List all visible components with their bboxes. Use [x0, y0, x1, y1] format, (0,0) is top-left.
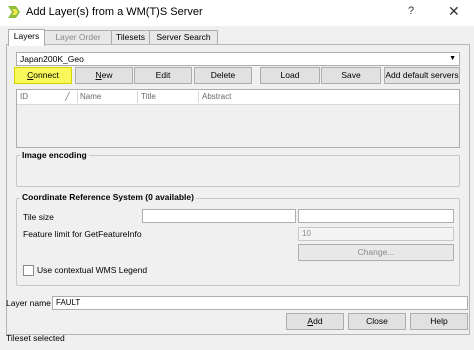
- qgis-logo-icon: [8, 6, 20, 18]
- feature-limit-value: 10: [302, 229, 311, 238]
- column-name[interactable]: Name: [80, 92, 101, 101]
- column-id[interactable]: ID: [20, 92, 28, 101]
- save-button[interactable]: Save: [321, 67, 381, 84]
- connect-label: onnect: [33, 70, 59, 80]
- add-label: dd: [313, 316, 323, 326]
- change-crs-button: Change...: [298, 244, 454, 261]
- window-title: Add Layer(s) from a WM(T)S Server: [26, 6, 203, 18]
- sort-indicator-icon: ╱: [65, 92, 70, 101]
- contextual-legend-checkbox[interactable]: [23, 265, 34, 276]
- feature-limit-input: 10: [298, 227, 454, 241]
- new-label: ew: [101, 70, 113, 80]
- layers-tab-panel: [6, 44, 470, 335]
- edit-button[interactable]: Edit: [134, 67, 192, 84]
- tab-server-search[interactable]: Server Search: [149, 30, 218, 45]
- help-button[interactable]: Help: [410, 313, 468, 330]
- column-abstract[interactable]: Abstract: [202, 92, 231, 101]
- layer-name-value: FAULT: [56, 298, 81, 307]
- column-divider: [198, 91, 199, 103]
- status-text: Tileset selected: [6, 333, 65, 343]
- layer-name-label: Layer name: [6, 298, 51, 308]
- tab-layer-order: Layer Order: [44, 30, 112, 45]
- tile-size-label: Tile size: [23, 212, 54, 222]
- close-button[interactable]: Close: [348, 313, 406, 330]
- layers-table[interactable]: ID ╱ Name Title Abstract: [16, 89, 460, 148]
- image-encoding-title: Image encoding: [20, 150, 89, 160]
- column-divider: [77, 91, 78, 103]
- window-close-button[interactable]: ✕: [448, 3, 460, 20]
- feature-limit-label: Feature limit for GetFeatureInfo: [23, 229, 142, 239]
- chevron-down-icon: ▼: [449, 55, 456, 62]
- tab-tilesets[interactable]: Tilesets: [111, 30, 150, 45]
- crs-title: Coordinate Reference System (0 available…: [20, 192, 196, 202]
- connection-select-value: Japan200K_Geo: [20, 54, 84, 64]
- add-button[interactable]: Add: [286, 313, 344, 330]
- layers-table-header: ID ╱ Name Title Abstract: [17, 90, 459, 105]
- tile-height-input[interactable]: [298, 209, 454, 223]
- title-help-button[interactable]: ?: [408, 5, 414, 17]
- connection-select[interactable]: Japan200K_Geo ▼: [16, 52, 460, 66]
- tile-width-input[interactable]: [142, 209, 296, 223]
- contextual-legend-label: Use contextual WMS Legend: [37, 265, 148, 275]
- load-button[interactable]: Load: [260, 67, 320, 84]
- layer-name-input[interactable]: FAULT: [52, 296, 468, 310]
- column-divider: [137, 91, 138, 103]
- title-bar: Add Layer(s) from a WM(T)S Server ? ✕: [0, 0, 474, 26]
- add-default-servers-button[interactable]: Add default servers: [384, 67, 460, 84]
- delete-button[interactable]: Delete: [194, 67, 252, 84]
- connect-button[interactable]: Connect: [14, 67, 72, 84]
- new-button[interactable]: New: [75, 67, 133, 84]
- column-title[interactable]: Title: [141, 92, 156, 101]
- tab-layers[interactable]: Layers: [8, 29, 45, 46]
